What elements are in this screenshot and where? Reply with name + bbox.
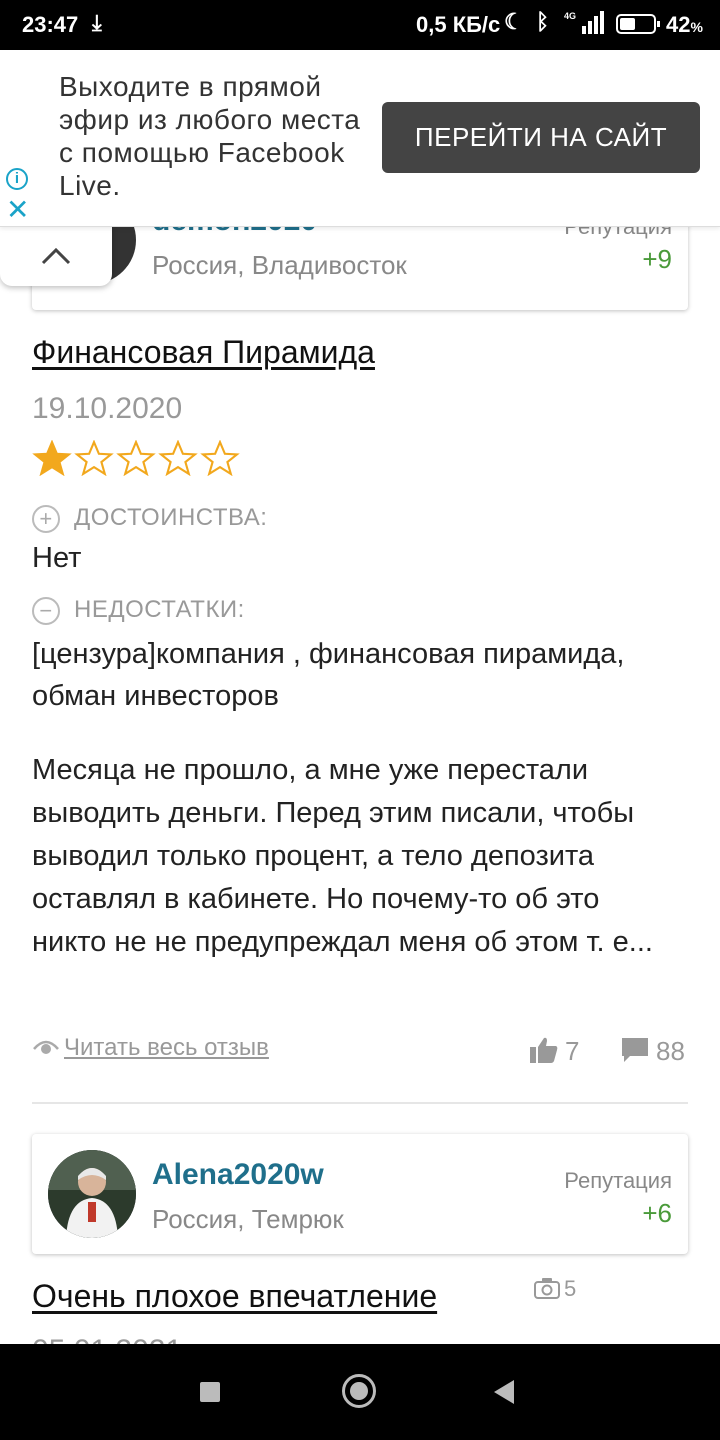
user-name[interactable]: Alena2020w: [152, 1158, 324, 1192]
star-empty-icon: [158, 439, 198, 477]
review-title[interactable]: Очень плохое впечатление: [32, 1278, 437, 1315]
home-button[interactable]: [342, 1374, 376, 1408]
status-bar: 23:47 ⤓ 0,5 КБ/с ☾ ᛒ 4G 42%: [0, 0, 720, 50]
recents-button[interactable]: [200, 1382, 220, 1402]
scroll-up-button[interactable]: [0, 226, 112, 286]
download-icon: ⤓: [92, 10, 102, 35]
navigation-bar: [0, 1344, 720, 1440]
eye-icon: [33, 1040, 59, 1054]
signal-icon: 4G: [564, 11, 604, 34]
read-more-link[interactable]: Читать весь отзыв: [64, 1034, 269, 1061]
rating-stars: [32, 439, 242, 480]
ad-banner: Выходите в прямой эфир из любого места с…: [0, 50, 720, 227]
read-more: Читать весь отзыв: [32, 1034, 269, 1062]
battery-icon: [616, 14, 660, 34]
comment-icon: [622, 1038, 648, 1062]
thumbs-up-icon: [530, 1037, 558, 1063]
ad-close-icon[interactable]: ✕: [6, 196, 29, 224]
reputation-value: +9: [642, 244, 672, 274]
cons-label: − НЕДОСТАТКИ:: [32, 596, 245, 625]
pros-text: Нет: [32, 542, 82, 574]
plus-circle-icon: +: [32, 504, 60, 533]
network-speed: 0,5 КБ/с: [416, 12, 501, 37]
ad-text: Выходите в прямой эфир из любого места с…: [59, 71, 361, 201]
minus-circle-icon: −: [32, 596, 60, 625]
star-filled-icon: [32, 439, 72, 477]
likes-counter[interactable]: 7: [529, 1036, 579, 1067]
photo-count[interactable]: 5: [534, 1276, 576, 1302]
reputation-value: +6: [642, 1198, 672, 1228]
review-date: 19.10.2020: [32, 392, 183, 425]
camera-icon: [534, 1278, 560, 1299]
do-not-disturb-icon: ☾: [504, 9, 524, 34]
ad-info-icon[interactable]: i: [6, 168, 28, 190]
star-empty-icon: [74, 439, 114, 477]
user-location: Россия, Владивосток: [152, 250, 407, 280]
battery-percent: 42%: [666, 12, 703, 37]
review-body: Месяца не прошло, а мне уже перестали вы…: [32, 754, 653, 958]
review-title[interactable]: Финансовая Пирамида: [32, 334, 375, 371]
pros-label: + ДОСТОИНСТВА:: [32, 504, 267, 533]
comments-counter[interactable]: 88: [620, 1036, 685, 1067]
star-empty-icon: [200, 439, 240, 477]
user-location: Россия, Темрюк: [152, 1204, 344, 1234]
svg-text:4G: 4G: [564, 11, 576, 21]
back-button[interactable]: [494, 1380, 514, 1404]
chevron-up-icon: [41, 247, 71, 265]
user-card[interactable]: Alena2020w Россия, Темрюк Репутация +6: [32, 1134, 688, 1254]
star-empty-icon: [116, 439, 156, 477]
divider: [32, 1102, 688, 1104]
status-time: 23:47: [22, 12, 79, 37]
ad-cta-button[interactable]: ПЕРЕЙТИ НА САЙТ: [382, 102, 700, 173]
bluetooth-icon: ᛒ: [536, 9, 550, 34]
reputation-label: Репутация: [564, 1168, 672, 1193]
cons-text: [цензура]компания , финансовая пирамида,…: [32, 638, 625, 712]
avatar: [48, 1150, 136, 1238]
